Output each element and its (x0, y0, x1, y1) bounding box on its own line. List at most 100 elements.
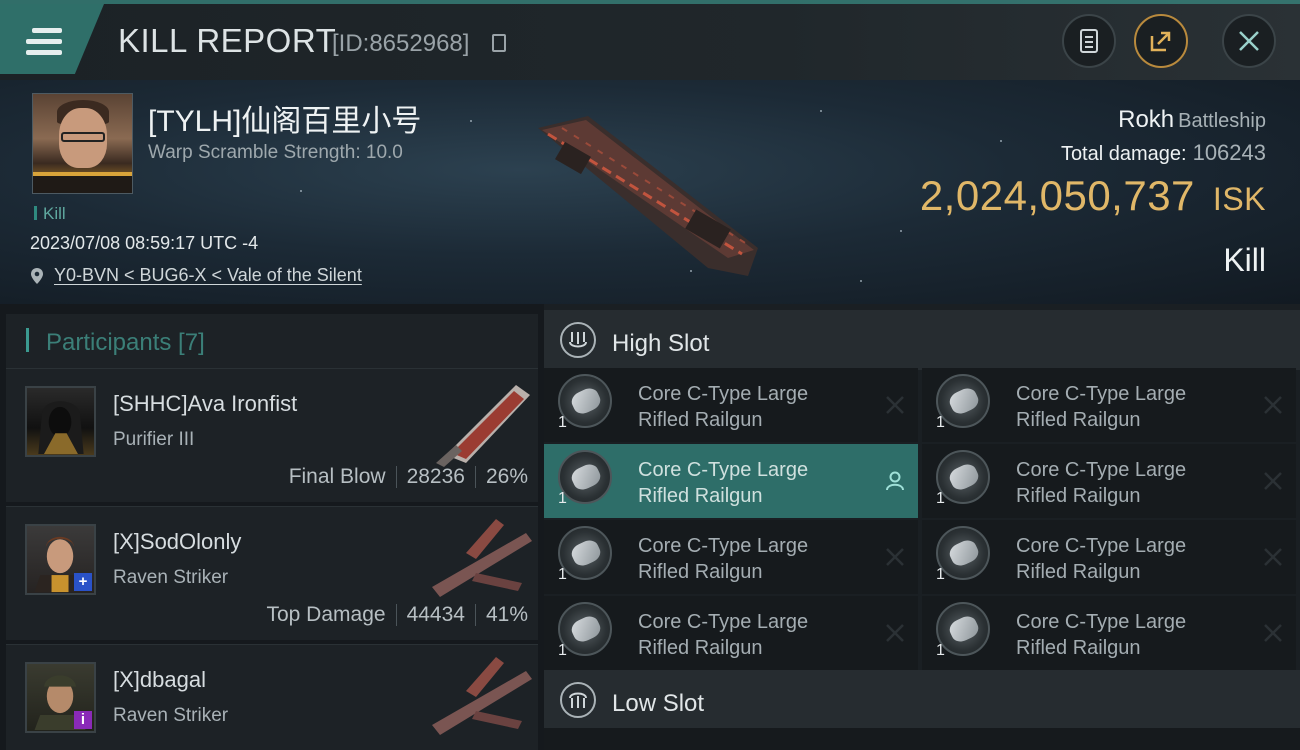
module-quantity: 1 (558, 490, 567, 507)
destroyed-x-icon (1264, 548, 1282, 566)
module-name: Core C-Type Large Rifled Railgun (1016, 381, 1256, 433)
participants-panel: Participants [7] [SHHC]Ava Ironfist Puri… (0, 304, 538, 750)
participant-name: [X]SodOlonly (113, 529, 242, 554)
module-tile[interactable]: 1 Core C-Type Large Rifled Railgun (544, 520, 918, 594)
module-name-line2: Rifled Railgun (1016, 409, 1141, 431)
total-damage: Total damage: 106243 (1061, 140, 1266, 166)
module-name-line2: Rifled Railgun (638, 485, 763, 507)
module-name-line1: Core C-Type Large (638, 459, 809, 481)
participant-row[interactable]: + [X]SodOlonly Raven Striker Top Damage … (6, 506, 538, 640)
module-name: Core C-Type Large Rifled Railgun (1016, 533, 1256, 585)
fitting-panel: High Slot 1 Core C-Type Large Rifled Railg… (544, 304, 1300, 750)
total-damage-label: Total damage: (1060, 143, 1187, 165)
document-button[interactable] (1062, 14, 1116, 68)
document-icon (1080, 29, 1098, 53)
module-tile[interactable]: 1 Core C-Type Large Rifled Railgun (544, 444, 918, 518)
header-bar: KILL REPORT [ID:8652968] (0, 0, 1300, 80)
damage-percent: 41% (485, 603, 528, 626)
participant-ship: Raven Striker (113, 705, 229, 726)
high-slot-label: High Slot (612, 330, 710, 357)
stat-label: Top Damage (266, 603, 386, 626)
module-quantity: 1 (558, 642, 567, 659)
module-name: Core C-Type Large Rifled Railgun (638, 609, 878, 661)
pilot-icon[interactable] (884, 470, 906, 492)
close-button[interactable] (1222, 14, 1276, 68)
module-name-line2: Rifled Railgun (1016, 637, 1141, 659)
victim-summary-panel: [TYLH]仙阁百里小号 Warp Scramble Strength: 10.… (0, 80, 1300, 304)
low-slot-header: Low Slot (544, 670, 1300, 730)
module-name: Core C-Type Large Rifled Railgun (1016, 609, 1256, 661)
destroyed-x-icon (1264, 472, 1282, 490)
isk-unit: ISK (1212, 181, 1266, 217)
victim-ship-name: Rokh Battleship (1118, 106, 1266, 134)
module-quantity: 1 (558, 566, 567, 583)
module-quantity: 1 (936, 566, 945, 583)
module-quantity: 1 (936, 642, 945, 659)
kill-location-link[interactable]: Y0-BVN < BUG6-X < Vale of the Silent (30, 265, 362, 286)
participant-stats: Top Damage 44434 41% (266, 603, 528, 627)
module-tile[interactable]: 1 Core C-Type Large Rifled Railgun (544, 368, 918, 442)
destroyed-x-icon (886, 396, 904, 414)
total-damage-value: 106243 (1192, 140, 1266, 165)
module-name-line2: Rifled Railgun (638, 637, 763, 659)
participant-avatar (25, 386, 96, 457)
module-name: Core C-Type Large Rifled Railgun (638, 457, 878, 509)
ship-name[interactable]: Rokh (1118, 106, 1174, 133)
module-name-line2: Rifled Railgun (1016, 561, 1141, 583)
module-name: Core C-Type Large Rifled Railgun (638, 533, 878, 585)
victim-name[interactable]: [TYLH]仙阁百里小号 (148, 96, 421, 140)
participant-name: [SHHC]Ava Ironfist (113, 391, 298, 416)
module-tile[interactable]: 1 Core C-Type Large Rifled Railgun (922, 520, 1296, 594)
module-name-line1: Core C-Type Large (638, 611, 809, 633)
copy-icon[interactable] (492, 34, 506, 52)
module-tile[interactable]: 1 Core C-Type Large Rifled Railgun (922, 368, 1296, 442)
plus-badge-icon: + (74, 573, 92, 591)
stat-label: Final Blow (288, 465, 386, 488)
participant-row[interactable]: [SHHC]Ava Ironfist Purifier III Final Bl… (6, 368, 538, 502)
share-icon (1150, 31, 1171, 52)
kill-datetime: 2023/07/08 08:59:17 UTC -4 (30, 233, 259, 253)
hamburger-menu-icon (26, 28, 62, 56)
damage-value: 44434 (406, 603, 465, 626)
page-title: KILL REPORT (118, 22, 337, 59)
module-name: Core C-Type Large Rifled Railgun (1016, 457, 1256, 509)
low-slot-label: Low Slot (612, 690, 705, 717)
module-name-line1: Core C-Type Large (1016, 535, 1187, 557)
high-slot-header: High Slot (544, 310, 1300, 370)
participant-ship: Purifier III (113, 429, 195, 450)
participant-ship: Raven Striker (113, 567, 229, 588)
location-text: Y0-BVN < BUG6-X < Vale of the Silent (54, 265, 362, 285)
module-name-line1: Core C-Type Large (1016, 611, 1187, 633)
kill-report-id: [ID:8652968] (332, 30, 470, 57)
module-quantity: 1 (936, 490, 945, 507)
module-name-line2: Rifled Railgun (1016, 485, 1141, 507)
destroyed-x-icon (886, 624, 904, 642)
participant-ship-image (432, 657, 532, 735)
participant-row[interactable]: i [X]dbagal Raven Striker (6, 644, 538, 750)
participant-name: [X]dbagal (113, 667, 206, 692)
low-slot-list-peek (544, 728, 1300, 750)
module-name-line2: Rifled Railgun (638, 409, 763, 431)
isk-amount: 2,024,050,737 (919, 172, 1195, 219)
destroyed-x-icon (886, 548, 904, 566)
close-icon (1239, 31, 1259, 51)
module-quantity: 1 (936, 414, 945, 431)
module-tile[interactable]: 1 Core C-Type Large Rifled Railgun (922, 444, 1296, 518)
victim-ship-image[interactable] (528, 108, 768, 278)
location-pin-icon (31, 267, 43, 284)
menu-button[interactable] (0, 4, 104, 74)
participant-ship-image (432, 519, 532, 597)
module-tile[interactable]: 1 Core C-Type Large Rifled Railgun (544, 596, 918, 670)
destroyed-x-icon (1264, 624, 1282, 642)
victim-avatar[interactable] (32, 93, 133, 194)
participant-avatar: + (25, 524, 96, 595)
destroyed-x-icon (1264, 396, 1282, 414)
warp-scramble-strength: Warp Scramble Strength: 10.0 (148, 142, 403, 163)
kill-result-label: Kill (1223, 242, 1266, 278)
header-accent-line (0, 0, 1300, 4)
module-name-line1: Core C-Type Large (638, 535, 809, 557)
module-tile[interactable]: 1 Core C-Type Large Rifled Railgun (922, 596, 1296, 670)
module-name-line1: Core C-Type Large (1016, 459, 1187, 481)
share-button[interactable] (1134, 14, 1188, 68)
damage-percent: 26% (485, 465, 528, 488)
